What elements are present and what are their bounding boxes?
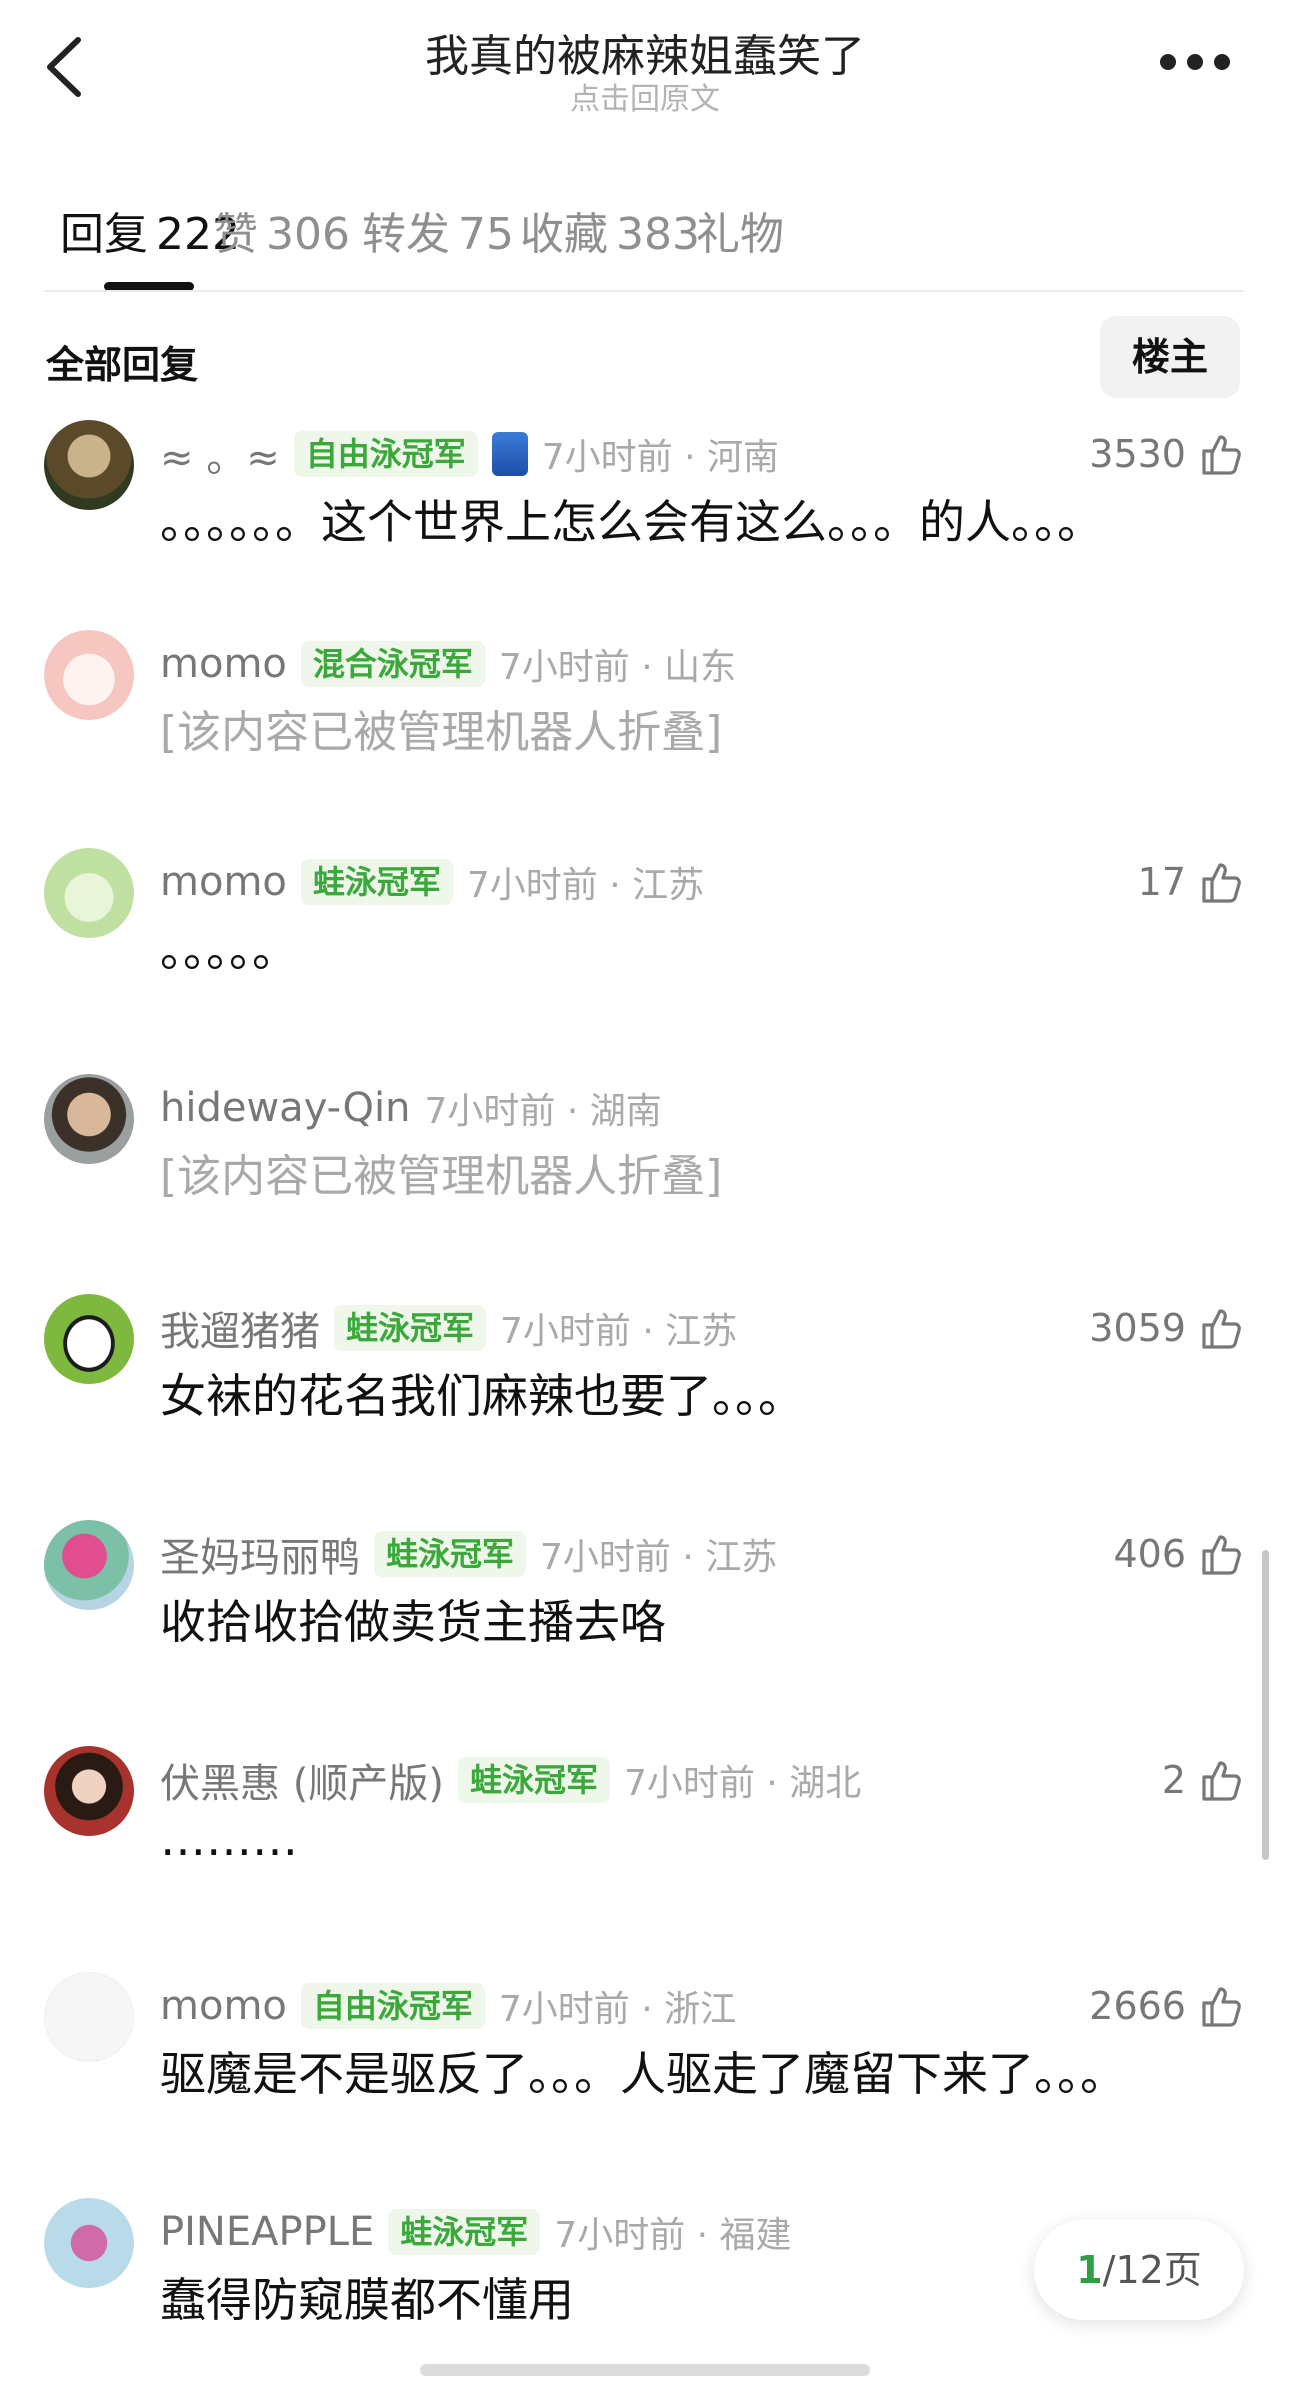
like-button[interactable]: 2 — [1162, 1752, 1244, 1808]
comment-text: 。。。。。。这个世界上怎么会有这么。。。的人。。。 — [160, 495, 1103, 549]
avatar[interactable] — [44, 1520, 134, 1610]
status-badge: 蛙泳冠军 — [300, 859, 453, 905]
status-badge: 蛙泳冠军 — [334, 1305, 487, 1351]
timestamp: 7小时前 · 江苏 — [540, 1537, 778, 1578]
like-button[interactable]: 3059 — [1089, 1300, 1244, 1356]
status-badge: 蛙泳冠军 — [457, 1757, 610, 1803]
avatar[interactable] — [44, 630, 134, 720]
comment-item: momo 蛙泳冠军 7小时前 · 江苏 17 。。。。。 — [0, 848, 1290, 1048]
timestamp: 7小时前 · 浙江 — [498, 1989, 737, 2030]
back-to-original-link[interactable]: 点击回原文 — [0, 74, 1290, 118]
username[interactable]: hideway-Qin — [160, 1085, 411, 1131]
folded-comment-text[interactable]: [该内容已被管理机器人折叠] — [160, 696, 722, 760]
username[interactable]: 伏黑惠 (顺产版) — [160, 1751, 444, 1809]
comment-text: 蠢得防窥膜都不懂用 — [160, 2273, 574, 2327]
username[interactable]: momo — [160, 641, 287, 687]
comment-item: 我遛猪猪 蛙泳冠军 7小时前 · 江苏 3059 女袜的花名我们麻辣也要了。。。 — [0, 1294, 1290, 1494]
comment-item: momo 混合泳冠军 7小时前 · 山东 [该内容已被管理机器人折叠] — [0, 630, 1290, 830]
like-button[interactable]: 2666 — [1089, 1978, 1244, 2034]
comment-item: 圣妈玛丽鸭 蛙泳冠军 7小时前 · 江苏 406 收拾收拾做卖货主播去咯 — [0, 1520, 1290, 1720]
like-button[interactable]: 3530 — [1089, 426, 1244, 482]
tab-divider — [44, 290, 1244, 292]
status-badge: 自由泳冠军 — [293, 431, 478, 477]
avatar[interactable] — [44, 1972, 134, 2062]
status-badge: 蛙泳冠军 — [388, 2209, 541, 2255]
total-pages: /12页 — [1102, 2248, 1202, 2292]
comment-text: 驱魔是不是驱反了。。。人驱走了魔留下来了。。。 — [160, 2047, 1126, 2101]
comment-text: ……… — [160, 1812, 298, 1866]
op-only-button[interactable]: 楼主 — [1100, 316, 1240, 398]
like-button[interactable]: 406 — [1113, 1526, 1244, 1582]
top-bar: 我真的被麻辣姐蠢笑了 点击回原文 — [0, 0, 1290, 130]
username[interactable]: 圣妈玛丽鸭 — [160, 1525, 360, 1583]
tab-reposts[interactable]: 转发 75 — [362, 198, 514, 262]
tab-bar: 回复 222 赞 306 转发 75 收藏 383 礼物 — [46, 190, 1246, 290]
status-badge: 混合泳冠军 — [300, 641, 485, 687]
thumbs-up-icon — [1202, 435, 1241, 475]
like-count: 3530 — [1089, 432, 1186, 476]
like-count: 2666 — [1089, 1984, 1186, 2028]
status-badge: 自由泳冠军 — [300, 1983, 485, 2029]
folded-comment-text[interactable]: [该内容已被管理机器人折叠] — [160, 1140, 722, 1204]
like-count: 17 — [1137, 860, 1186, 904]
username[interactable]: momo — [160, 859, 287, 905]
timestamp: 7小时前 · 江苏 — [466, 865, 705, 906]
timestamp: 7小时前 · 福建 — [554, 2215, 792, 2256]
like-button[interactable]: 17 — [1138, 854, 1244, 910]
username[interactable]: ≈ 。≈ — [160, 425, 280, 483]
comment-item: momo 自由泳冠军 7小时前 · 浙江 2666 驱魔是不是驱反了。。。人驱走… — [0, 1972, 1290, 2172]
avatar[interactable] — [44, 420, 134, 510]
username[interactable]: momo — [160, 1983, 287, 2029]
avatar[interactable] — [44, 848, 134, 938]
tab-likes[interactable]: 赞 306 — [214, 198, 350, 262]
like-count: 406 — [1113, 1532, 1186, 1576]
scrollbar[interactable] — [1262, 1550, 1269, 1860]
avatar[interactable] — [44, 2198, 134, 2288]
comment-item: ≈ 。≈ 自由泳冠军 7小时前 · 河南 3530 。。。。。。这个世界上怎么会… — [0, 420, 1290, 620]
comment-text: 。。。。。 — [160, 923, 298, 977]
thumbs-up-icon — [1202, 1987, 1241, 2027]
timestamp: 7小时前 · 江苏 — [500, 1311, 738, 1352]
tab-favorites[interactable]: 收藏 383 — [520, 198, 700, 262]
all-replies-heading: 全部回复 — [46, 343, 199, 387]
medal-icon — [491, 432, 528, 476]
thumbs-up-icon — [1202, 1761, 1241, 1801]
username[interactable]: 我遛猪猪 — [160, 1299, 320, 1357]
timestamp: 7小时前 · 湖南 — [424, 1091, 662, 1132]
home-indicator — [420, 2364, 870, 2376]
thumbs-up-icon — [1202, 863, 1241, 903]
comment-item: hideway-Qin 7小时前 · 湖南 [该内容已被管理机器人折叠] — [0, 1074, 1290, 1274]
tab-gifts[interactable]: 礼物 — [696, 198, 784, 262]
avatar[interactable] — [44, 1074, 134, 1164]
comment-text: 收拾收拾做卖货主播去咯 — [160, 1595, 666, 1649]
username[interactable]: PINEAPPLE — [160, 2209, 374, 2255]
tab-replies[interactable]: 回复 222 — [60, 198, 240, 262]
timestamp: 7小时前 · 山东 — [498, 647, 737, 688]
timestamp: 7小时前 · 河南 — [541, 437, 780, 478]
page-indicator[interactable]: 1/12页 — [1034, 2220, 1244, 2320]
like-count: 3059 — [1089, 1306, 1186, 1350]
thumbs-up-icon — [1202, 1309, 1241, 1349]
avatar[interactable] — [44, 1294, 134, 1384]
comment-text: 女袜的花名我们麻辣也要了。。。 — [160, 1369, 804, 1423]
avatar[interactable] — [44, 1746, 134, 1836]
status-badge: 蛙泳冠军 — [374, 1531, 527, 1577]
comment-item: 伏黑惠 (顺产版) 蛙泳冠军 7小时前 · 湖北 2 ……… — [0, 1746, 1290, 1946]
thumbs-up-icon — [1202, 1535, 1241, 1575]
current-page: 1 — [1076, 2248, 1103, 2292]
more-options-icon[interactable] — [1160, 54, 1230, 74]
like-count: 2 — [1161, 1758, 1186, 1802]
timestamp: 7小时前 · 湖北 — [623, 1763, 862, 1804]
